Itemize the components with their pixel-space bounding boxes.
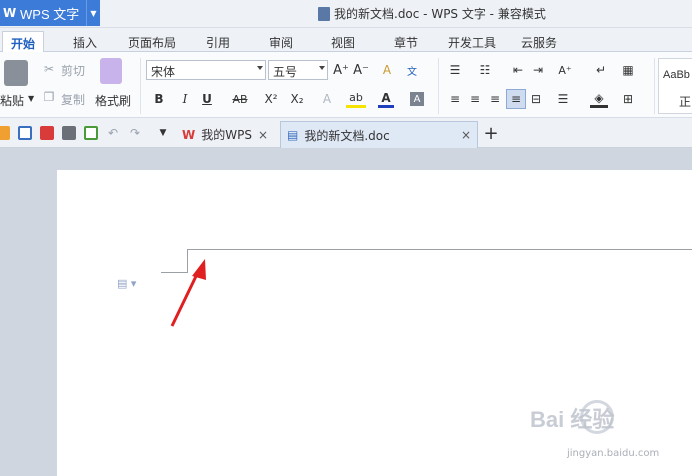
annotation-arrow-shaft xyxy=(170,269,201,327)
watermark-url: jingyan.baidu.com xyxy=(567,448,660,459)
watermark-logo: Bai 经验 xyxy=(530,407,615,432)
